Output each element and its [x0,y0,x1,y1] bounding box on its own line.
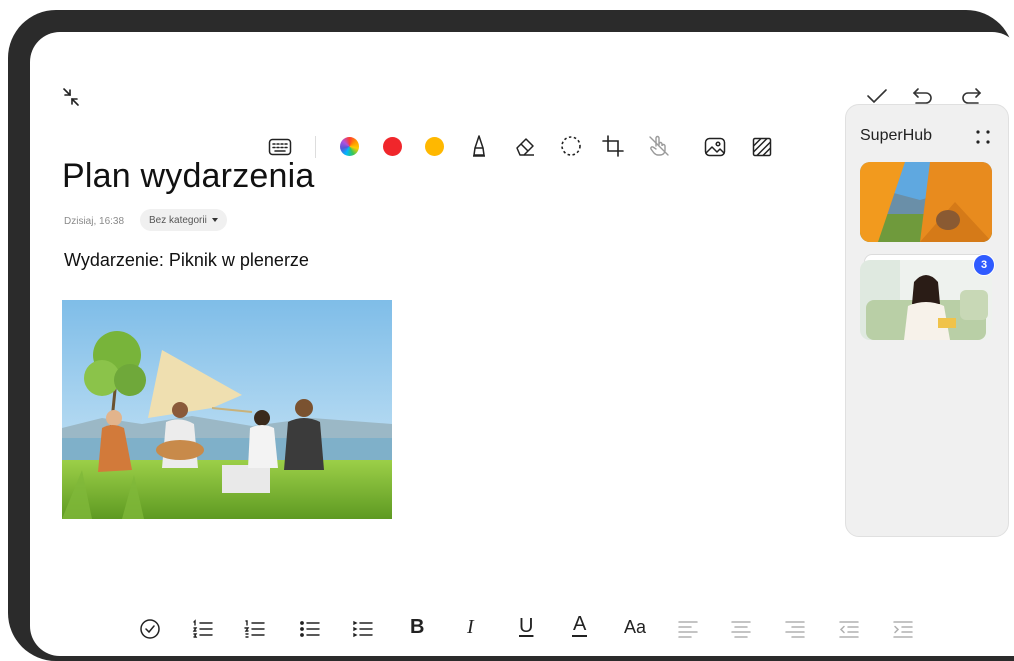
text-color-button[interactable]: A [572,613,588,637]
font-size-button[interactable]: Aa [624,617,646,638]
check-icon[interactable] [866,87,888,105]
more-options-icon[interactable] [975,129,991,145]
checklist-icon[interactable] [139,618,161,640]
collapse-icon[interactable] [60,86,82,108]
superhub-panel: SuperHub [845,104,1009,537]
superhub-title: SuperHub [860,127,933,144]
pattern-icon[interactable] [752,137,772,157]
category-label: Bez kategorii [149,214,207,226]
notes-screen: Plan wydarzenia Dzisiaj, 16:38 Bez kateg… [30,32,1014,656]
dropdown-arrow-icon [211,218,218,222]
align-left-icon[interactable] [677,620,699,638]
color-wheel[interactable] [340,137,359,156]
tablet-frame: Plan wydarzenia Dzisiaj, 16:38 Bez kateg… [8,10,1014,661]
toolbar-divider [315,136,316,158]
image-icon[interactable] [704,137,726,157]
keyboard-icon[interactable] [268,138,292,156]
superhub-thumb-tent[interactable] [860,162,992,242]
crop-icon[interactable] [602,135,624,157]
red-color[interactable] [383,137,402,156]
redo-icon[interactable] [960,86,982,106]
note-subtitle[interactable]: Wydarzenie: Piknik w plenerze [64,250,309,271]
category-dropdown[interactable]: Bez kategorii [140,209,227,231]
pen-icon[interactable] [470,134,488,158]
undo-icon[interactable] [912,86,934,106]
italic-button[interactable]: I [467,616,474,639]
align-right-icon[interactable] [784,620,806,638]
superhub-thumb-woman[interactable] [860,260,992,340]
bold-button[interactable]: B [410,616,424,639]
yellow-color[interactable] [425,137,444,156]
bullet-list-icon[interactable] [299,619,321,639]
lasso-icon[interactable] [560,135,582,157]
bullet-list-alt-icon[interactable] [352,619,374,639]
eraser-icon[interactable] [513,135,537,157]
note-title[interactable]: Plan wydarzenia [62,157,314,196]
align-center-icon[interactable] [730,620,752,638]
superhub-count-badge: 3 [973,254,995,276]
hand-off-icon[interactable] [647,134,671,158]
note-timestamp: Dzisiaj, 16:38 [64,216,125,227]
numbered-list-icon[interactable] [192,619,214,639]
picnic-photo[interactable] [62,300,392,519]
underline-button[interactable]: U [519,615,533,638]
numbered-list-alt-icon[interactable] [244,619,266,639]
outdent-icon[interactable] [838,620,860,638]
indent-icon[interactable] [892,620,914,638]
